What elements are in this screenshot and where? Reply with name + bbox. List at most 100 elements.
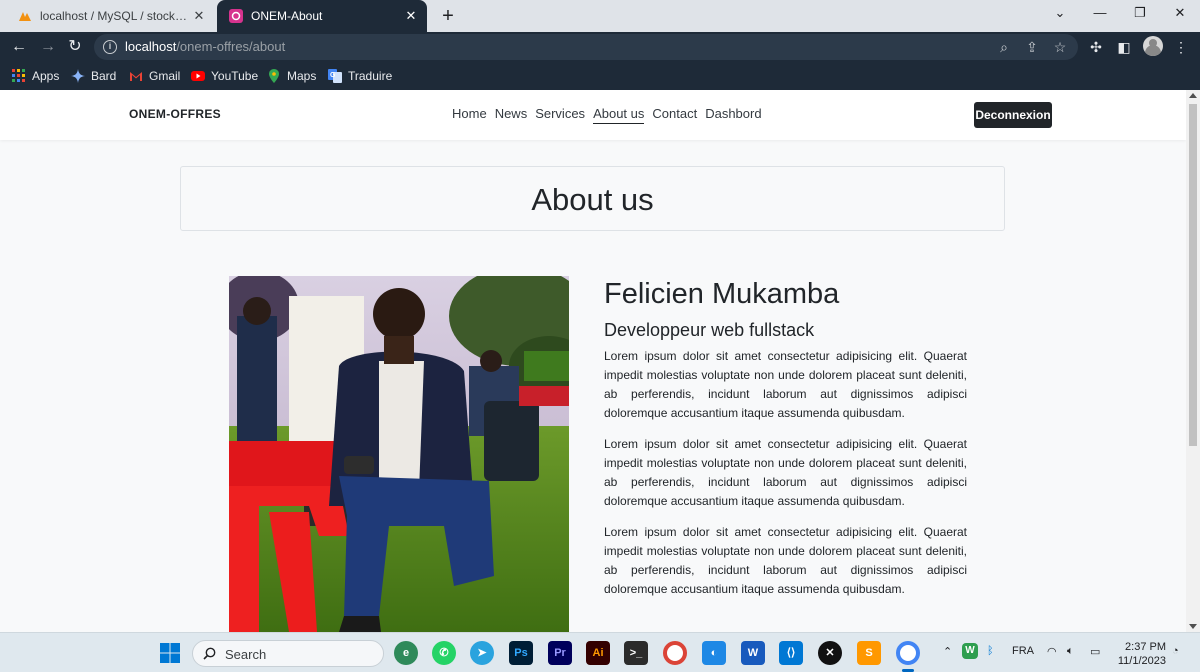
new-tab-plus-icon[interactable]: + [437, 5, 459, 27]
taskbar-whatsapp-icon[interactable]: ✆ [432, 641, 456, 665]
restore-icon[interactable]: ❐ [1120, 0, 1160, 28]
page-title: About us [531, 182, 654, 217]
close-tab-icon[interactable]: ✕ [401, 6, 421, 26]
url-text[interactable]: localhost/onem-offres/about [125, 39, 285, 54]
volume-icon[interactable]: 🔈︎ [1067, 645, 1074, 658]
profile-photo [229, 276, 569, 632]
reload-icon[interactable]: ↻ [64, 36, 86, 58]
site-brand[interactable]: ONEM-OFFRES [129, 107, 221, 121]
bluetooth-icon[interactable]: ᛒ [987, 645, 994, 657]
bookmark-bard[interactable]: Bard [71, 67, 116, 85]
bookmark-maps[interactable]: Maps [267, 67, 316, 85]
nav-link-news[interactable]: News [495, 106, 528, 124]
bookmark-gmail[interactable]: Gmail [129, 67, 180, 85]
profile-paragraph: Lorem ipsum dolor sit amet consectetur a… [604, 525, 967, 596]
bookmark-youtube[interactable]: YouTube [191, 67, 258, 85]
youtube-icon [191, 71, 205, 81]
bookmark-traduire[interactable]: G Traduire [328, 67, 392, 85]
site-navbar: ONEM-OFFRES Home News Services About us … [0, 90, 1186, 140]
nav-link-dashbord[interactable]: Dashbord [705, 106, 761, 124]
language-indicator[interactable]: FRA [1012, 645, 1034, 657]
share-icon[interactable]: ⇪ [1023, 38, 1041, 56]
address-bar[interactable]: i localhost/onem-offres/about ⌕ ⇪ ☆ [94, 34, 1078, 60]
page-scrollbar[interactable] [1186, 90, 1200, 632]
taskbar-terminal-icon[interactable]: >_ [624, 641, 648, 665]
minimize-icon[interactable]: — [1080, 0, 1120, 28]
side-panel-icon[interactable]: ◧ [1113, 36, 1135, 58]
translate-icon: G [328, 69, 342, 83]
notification-icon[interactable]: ◔ [1172, 645, 1179, 657]
tab-search-chevron-icon[interactable]: ⌄ [1040, 0, 1080, 28]
bookmarks-bar: Apps Bard Gmail YouTube Maps G Traduire [0, 62, 1200, 90]
taskbar-word-icon[interactable]: W [741, 641, 765, 665]
nav-link-about[interactable]: About us [593, 106, 645, 124]
logout-button[interactable]: Deconnexion [974, 102, 1052, 128]
taskbar-premiere-icon[interactable]: Pr [548, 641, 572, 665]
menu-kebab-icon[interactable]: ⋮ [1170, 36, 1192, 58]
search-icon [203, 647, 216, 660]
tray-app-icon[interactable]: W [962, 643, 978, 659]
apps-grid-icon [12, 69, 25, 82]
nav-link-services[interactable]: Services [535, 106, 585, 124]
taskbar-chrome-active-icon[interactable] [896, 641, 920, 665]
bard-sparkle-icon [71, 69, 85, 83]
tray-overflow-chevron-icon[interactable]: ⌃ [943, 645, 952, 658]
bookmark-label: Traduire [348, 69, 393, 83]
bookmark-star-icon[interactable]: ☆ [1051, 38, 1069, 56]
taskbar-x-icon[interactable]: ✕ [818, 641, 842, 665]
profile-content: Felicien Mukamba Developpeur web fullsta… [604, 276, 967, 611]
page-title-box: About us [180, 166, 1005, 231]
nav-link-contact[interactable]: Contact [652, 106, 697, 124]
clock-time: 2:37 PM [1125, 641, 1166, 653]
battery-icon[interactable]: ▭ [1090, 645, 1100, 658]
taskbar-search-box[interactable]: Search [192, 640, 384, 667]
extensions-puzzle-icon[interactable]: ✣ [1085, 36, 1107, 58]
taskbar-photoshop-icon[interactable]: Ps [509, 641, 533, 665]
profile-role: Developpeur web fullstack [604, 320, 815, 340]
gmail-icon [130, 72, 142, 81]
tab-onem-about[interactable]: ONEM-About ✕ [217, 0, 427, 32]
browser-toolbar: ← → ↻ i localhost/onem-offres/about ⌕ ⇪ … [0, 32, 1200, 62]
search-placeholder: Search [225, 647, 267, 662]
tab-phpmyadmin[interactable]: localhost / MySQL / stock_pharm ✕ [8, 0, 215, 32]
site-favicon-icon [229, 9, 243, 23]
taskbar-vscode-icon[interactable]: ⟨⟩ [779, 641, 803, 665]
bookmark-apps[interactable]: Apps [12, 67, 59, 85]
profile-paragraph: Lorem ipsum dolor sit amet consectetur a… [604, 437, 967, 508]
scroll-up-arrow-icon[interactable] [1189, 93, 1197, 98]
wifi-icon[interactable]: ◠ [1047, 645, 1057, 658]
taskbar-illustrator-icon[interactable]: Ai [586, 641, 610, 665]
bookmark-label: Apps [32, 69, 60, 83]
taskbar-clock[interactable]: 2:37 PM 11/1/2023 [1114, 640, 1166, 668]
close-window-icon[interactable]: ✕ [1160, 0, 1200, 28]
close-tab-icon[interactable]: ✕ [189, 6, 209, 26]
browser-tab-strip: localhost / MySQL / stock_pharm ✕ ONEM-A… [0, 0, 1200, 32]
maps-pin-icon [269, 69, 279, 83]
clock-date: 11/1/2023 [1117, 655, 1166, 667]
zoom-icon[interactable]: ⌕ [995, 38, 1013, 56]
taskbar-telegram-icon[interactable]: ➤ [470, 641, 494, 665]
taskbar-sublime-icon[interactable]: S [857, 641, 881, 665]
scrollbar-thumb[interactable] [1189, 104, 1197, 446]
taskbar-app-icon[interactable]: ◐ [702, 641, 726, 665]
url-host: localhost [125, 39, 177, 54]
taskbar-edge-icon[interactable]: e [394, 641, 418, 665]
scroll-down-arrow-icon[interactable] [1189, 624, 1197, 629]
profile-name: Felicien Mukamba [604, 278, 840, 310]
url-path: /onem-offres/about [176, 39, 286, 54]
site-info-icon[interactable]: i [103, 40, 117, 54]
bookmark-label: Maps [287, 69, 317, 83]
back-arrow-icon[interactable]: ← [8, 36, 30, 58]
forward-arrow-icon[interactable]: → [37, 36, 59, 58]
profile-avatar[interactable] [1143, 36, 1163, 56]
taskbar-chrome-icon[interactable] [663, 641, 687, 665]
tab-title: ONEM-About [251, 9, 323, 23]
tab-title: localhost / MySQL / stock_pharm [40, 9, 189, 23]
bookmark-label: YouTube [211, 69, 259, 83]
windows-start-icon[interactable] [160, 643, 180, 663]
bookmark-label: Bard [91, 69, 117, 83]
site-nav-links: Home News Services About us Contact Dash… [452, 106, 762, 124]
page-viewport: ONEM-OFFRES Home News Services About us … [0, 90, 1186, 632]
profile-paragraph: Lorem ipsum dolor sit amet consectetur a… [604, 349, 967, 420]
nav-link-home[interactable]: Home [452, 106, 487, 124]
